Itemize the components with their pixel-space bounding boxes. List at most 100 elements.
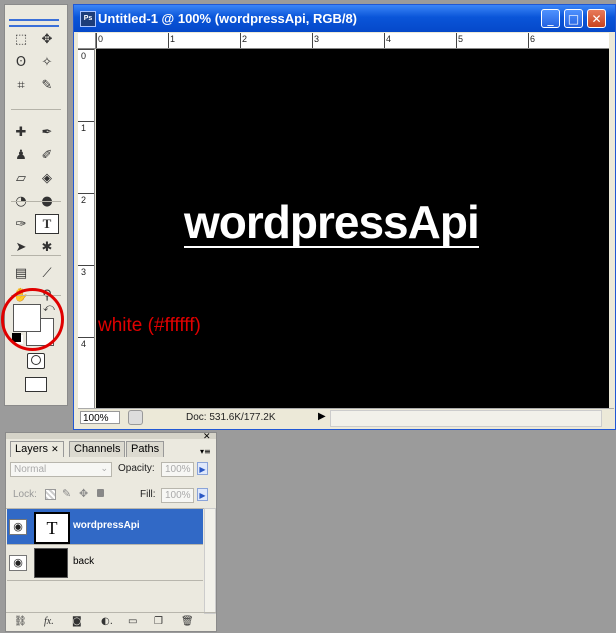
- fill-slider-button[interactable]: ▶: [197, 488, 208, 501]
- ruler-tick: [78, 49, 94, 50]
- toolbox-grip[interactable]: [9, 19, 59, 21]
- ruler-tick: [312, 33, 313, 48]
- eraser-tool-icon[interactable]: ▱: [9, 168, 33, 188]
- close-button[interactable]: ✕: [587, 9, 606, 28]
- layer-thumbnail: [34, 548, 68, 578]
- ruler-tick: [78, 265, 94, 266]
- toolbox-grip-line: [9, 25, 59, 27]
- eyedropper-tool-icon[interactable]: ⟋: [35, 263, 59, 283]
- lock-transparency-icon[interactable]: [45, 489, 56, 500]
- layer-mask-icon[interactable]: ◙: [72, 616, 82, 627]
- lock-image-icon[interactable]: ✎: [62, 487, 71, 500]
- move-tool-icon[interactable]: ✥: [35, 29, 59, 49]
- marquee-tool-icon[interactable]: ⬚: [9, 29, 33, 49]
- delete-layer-icon[interactable]: 🗑: [181, 616, 194, 627]
- vertical-scrollbar[interactable]: [610, 33, 614, 408]
- new-group-icon[interactable]: ▭: [128, 616, 137, 627]
- fill-input[interactable]: 100%: [161, 488, 194, 503]
- ruler-tick-label: 2: [242, 34, 248, 44]
- clone-stamp-tool-icon[interactable]: ♟: [9, 145, 33, 165]
- opacity-slider-button[interactable]: ▶: [197, 462, 208, 475]
- color-annotation: white (#ffffff): [98, 315, 201, 336]
- opacity-label: Opacity:: [118, 463, 155, 474]
- maximize-button[interactable]: □: [564, 9, 583, 28]
- ruler-tick-label: 0: [81, 51, 87, 61]
- notes-tool-icon[interactable]: ▤: [9, 263, 33, 283]
- layer-style-icon[interactable]: fx.: [44, 616, 54, 627]
- tab-layers[interactable]: Layers ✕: [10, 441, 64, 457]
- pen-tool-icon[interactable]: ✑: [9, 214, 33, 234]
- type-tool-icon[interactable]: T: [35, 214, 59, 234]
- document-window: Ps Untitled-1 @ 100% (wordpressApi, RGB/…: [73, 4, 616, 430]
- blend-mode-value: Normal: [14, 464, 47, 475]
- ruler-tick-label: 1: [170, 34, 176, 44]
- tab-paths[interactable]: Paths: [126, 441, 165, 457]
- ruler-vertical[interactable]: 0 1 2 3 4: [78, 49, 95, 410]
- ruler-tick: [78, 337, 94, 338]
- ruler-tick-label: 1: [81, 123, 87, 133]
- ruler-tick-label: 3: [314, 34, 320, 44]
- ruler-tick: [78, 121, 94, 122]
- ruler-tick-label: 4: [386, 34, 392, 44]
- status-arrow-icon[interactable]: ▶: [318, 411, 326, 422]
- photoshop-app-icon: Ps: [80, 11, 96, 27]
- minimize-button[interactable]: _: [541, 9, 560, 28]
- ruler-tick: [456, 33, 457, 48]
- adjustment-layer-icon[interactable]: ◐.: [101, 616, 113, 627]
- tool-divider: [11, 255, 61, 256]
- quick-mask-circle: [31, 355, 41, 365]
- palette-title-bar[interactable]: [6, 433, 216, 439]
- opacity-input[interactable]: 100%: [161, 462, 194, 477]
- layer-name[interactable]: back: [73, 556, 94, 567]
- paint-bucket-tool-icon[interactable]: ◈: [35, 168, 59, 188]
- layer-row-wordpressapi[interactable]: ◉ T wordpressApi: [7, 509, 203, 545]
- tab-channels[interactable]: Channels: [69, 441, 126, 457]
- crop-tool-icon[interactable]: ⌗: [9, 75, 33, 95]
- blend-mode-select[interactable]: Normal ⌄: [10, 462, 112, 477]
- custom-shape-tool-icon[interactable]: ✱: [35, 237, 59, 257]
- brush-tool-icon[interactable]: ✒: [35, 122, 59, 142]
- history-brush-tool-icon[interactable]: ✐: [35, 145, 59, 165]
- horizontal-scrollbar[interactable]: [330, 410, 602, 427]
- path-selection-tool-icon[interactable]: ➤: [9, 237, 33, 257]
- tab-close-icon[interactable]: ✕: [51, 445, 59, 455]
- new-layer-icon[interactable]: ❐: [154, 616, 163, 627]
- healing-brush-tool-icon[interactable]: ✚: [9, 122, 33, 142]
- layer-row-back[interactable]: ◉ back: [7, 545, 203, 581]
- fill-label: Fill:: [140, 489, 156, 500]
- lasso-tool-icon[interactable]: ʘ: [9, 52, 33, 72]
- canvas-text-layer[interactable]: wordpressApi: [184, 199, 480, 248]
- ruler-tick-label: 2: [81, 195, 87, 205]
- status-menu-icon[interactable]: [128, 410, 143, 425]
- lock-position-icon[interactable]: ✥: [79, 487, 88, 500]
- title-bar[interactable]: Ps Untitled-1 @ 100% (wordpressApi, RGB/…: [74, 5, 615, 32]
- ruler-tick-label: 0: [98, 34, 104, 44]
- ruler-horizontal[interactable]: 0 1 2 3 4 5 6: [96, 33, 609, 49]
- layer-name[interactable]: wordpressApi: [73, 520, 140, 531]
- status-bar: 100% Doc: 531.6K/177.2K ▶: [78, 408, 614, 427]
- slice-tool-icon[interactable]: ✎: [35, 75, 59, 95]
- visibility-eye-icon[interactable]: ◉: [9, 519, 27, 535]
- document-canvas[interactable]: wordpressApi: [96, 49, 609, 408]
- zoom-level-field[interactable]: 100%: [80, 411, 120, 424]
- document-size-info: Doc: 531.6K/177.2K: [186, 412, 276, 423]
- tool-divider: [11, 201, 61, 202]
- layers-scrollbar[interactable]: [204, 508, 216, 614]
- screen-mode-icon[interactable]: [25, 377, 47, 392]
- lock-all-icon[interactable]: [97, 489, 104, 497]
- ruler-tick-label: 3: [81, 267, 87, 277]
- ruler-tick-label: 6: [530, 34, 536, 44]
- ruler-tick: [240, 33, 241, 48]
- link-layers-icon[interactable]: ⛓: [14, 616, 27, 627]
- magic-wand-tool-icon[interactable]: ✧: [35, 52, 59, 72]
- ruler-tick: [168, 33, 169, 48]
- ruler-tick: [78, 193, 94, 194]
- visibility-eye-icon[interactable]: ◉: [9, 555, 27, 571]
- ruler-tick: [384, 33, 385, 48]
- ruler-tick-label: 4: [81, 339, 87, 349]
- ruler-corner[interactable]: [78, 33, 96, 49]
- palette-menu-icon[interactable]: ▾≡: [200, 447, 211, 456]
- ruler-tick-label: 5: [458, 34, 464, 44]
- layers-list: ◉ T wordpressApi ◉ back: [6, 508, 204, 613]
- palette-close-icon[interactable]: ✕: [203, 432, 211, 442]
